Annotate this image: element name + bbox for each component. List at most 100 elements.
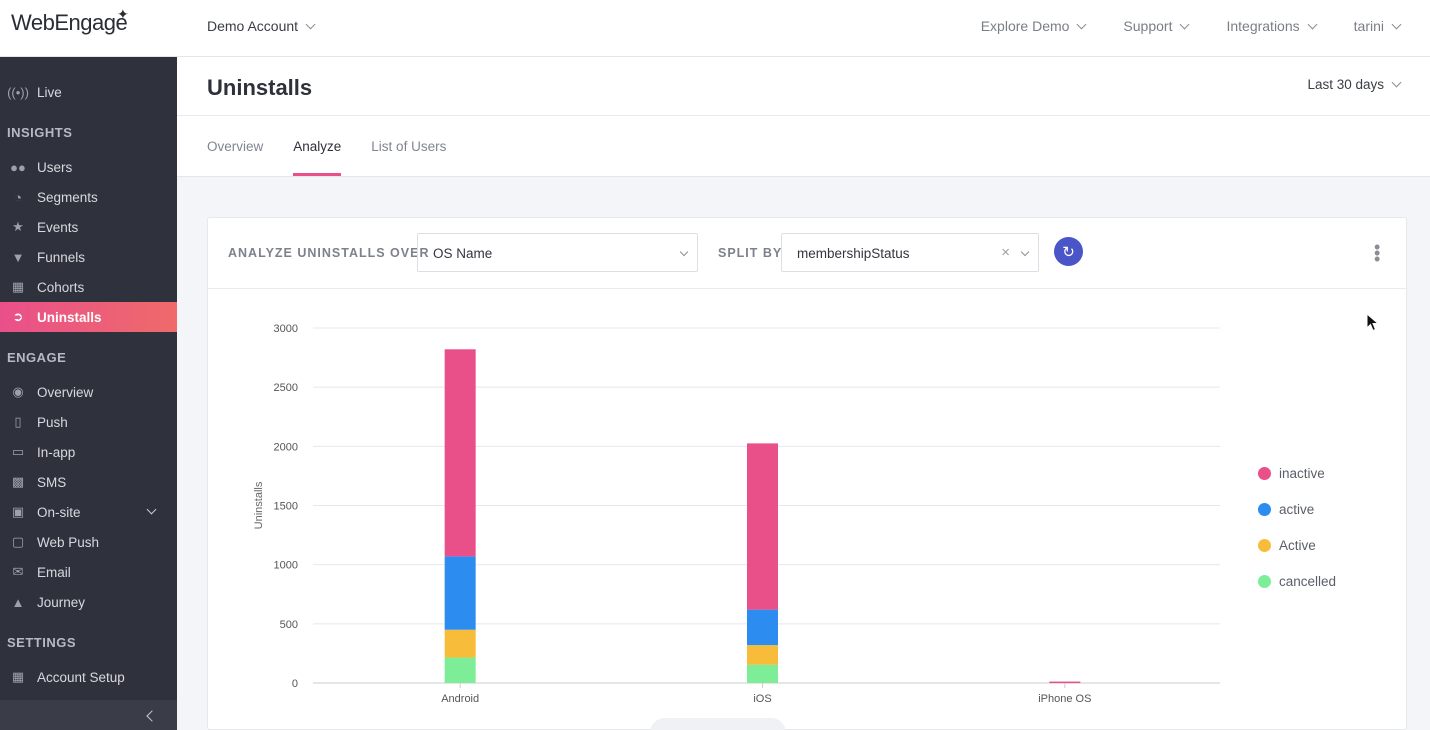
bar-segment-inactive xyxy=(747,443,778,610)
sidebar-item-users[interactable]: ●● Users xyxy=(0,152,177,182)
analyze-over-label: ANALYZE UNINSTALLS OVER xyxy=(228,246,430,260)
sidebar-item-on-site[interactable]: ▣ On-site xyxy=(0,497,177,527)
legend-item-Active[interactable]: Active xyxy=(1258,527,1336,563)
sidebar-item-live[interactable]: ((•)) Live xyxy=(0,77,177,107)
dashboard-icon: ▦ xyxy=(11,669,25,684)
sidebar-item-account-setup[interactable]: ▦ Account Setup xyxy=(0,662,177,692)
chevron-left-icon xyxy=(146,710,158,722)
sidebar-item-cohorts[interactable]: ▦ Cohorts xyxy=(0,272,177,302)
sidebar-item-label: Live xyxy=(37,84,62,100)
page-header: Uninstalls Last 30 days Overview Analyze… xyxy=(177,57,1430,177)
chevron-down-icon xyxy=(1020,247,1030,257)
legend-label: Active xyxy=(1279,537,1316,553)
more-options-icon[interactable]: • • • xyxy=(1374,238,1380,268)
split-by-select[interactable]: membershipStatus × xyxy=(781,233,1039,272)
sidebar-item-label: Uninstalls xyxy=(37,309,102,325)
chevron-down-icon xyxy=(1076,19,1087,30)
nav-support[interactable]: Support xyxy=(1123,18,1190,34)
nav-label: tarini xyxy=(1353,18,1384,34)
sidebar-item-label: Funnels xyxy=(37,249,86,265)
sidebar-item-journey[interactable]: ▲ Journey xyxy=(0,587,177,617)
x-tick-label: iOS xyxy=(753,693,771,705)
tab-overview[interactable]: Overview xyxy=(207,139,263,176)
envelope-icon: ✉ xyxy=(12,564,24,579)
sidebar-item-label: Push xyxy=(37,414,68,430)
sidebar-item-funnels[interactable]: ▼ Funnels xyxy=(0,242,177,272)
sidebar-item-email[interactable]: ✉ Email xyxy=(0,557,177,587)
sidebar-item-uninstalls[interactable]: ➲ Uninstalls xyxy=(0,302,177,332)
sidebar-item-in-app[interactable]: ▭ In-app xyxy=(0,437,177,467)
legend-item-inactive[interactable]: inactive xyxy=(1258,455,1336,491)
exit-icon: ➲ xyxy=(12,309,24,324)
legend-item-cancelled[interactable]: cancelled xyxy=(1258,563,1336,599)
analyze-over-select[interactable]: OS Name xyxy=(417,233,698,272)
chevron-down-icon xyxy=(679,247,689,257)
select-value: OS Name xyxy=(433,246,493,261)
bar-segment-active xyxy=(444,556,476,630)
grid-icon: ▦ xyxy=(11,279,25,294)
y-axis-label: Uninstalls xyxy=(253,481,265,529)
nav-label: Support xyxy=(1123,18,1173,34)
tab-list-of-users[interactable]: List of Users xyxy=(371,139,446,176)
nav-integrations[interactable]: Integrations xyxy=(1226,18,1318,34)
bar-segment-cancelled xyxy=(444,657,476,683)
mouse-cursor-icon xyxy=(1366,313,1380,332)
page-title: Uninstalls xyxy=(207,75,313,100)
nav-label: Explore Demo xyxy=(980,18,1070,34)
sidebar-item-sms[interactable]: ▩ SMS xyxy=(0,467,177,497)
sidebar-collapse-button[interactable] xyxy=(0,700,177,730)
sidebar-item-label: Journey xyxy=(37,594,86,610)
broadcast-icon: ((•)) xyxy=(7,84,29,100)
nav-label: Integrations xyxy=(1226,18,1300,34)
chevron-down-icon xyxy=(305,19,316,30)
analyze-controls: ANALYZE UNINSTALLS OVER OS Name SPLIT BY… xyxy=(208,218,1406,289)
funnel-icon: ▼ xyxy=(11,249,25,265)
window-icon: ▣ xyxy=(11,504,25,519)
sidebar-item-push[interactable]: ▯ Push xyxy=(0,407,177,437)
sidebar-item-segments[interactable]: ◔ Segments xyxy=(0,182,177,212)
x-tick-label: iPhone OS xyxy=(1038,693,1091,705)
bar-segment-inactive xyxy=(1049,681,1081,684)
chevron-down-icon xyxy=(1307,19,1318,30)
eye-icon: ◉ xyxy=(12,384,24,399)
clear-icon[interactable]: × xyxy=(1001,244,1010,261)
chevron-down-icon xyxy=(1391,19,1402,30)
sidebar-item-label: SMS xyxy=(37,474,67,490)
legend-item-active[interactable]: active xyxy=(1258,491,1336,527)
bar-segment-active xyxy=(444,629,476,658)
bar-segment-active xyxy=(747,645,778,665)
select-value: membershipStatus xyxy=(797,246,910,261)
chat-icon: ▩ xyxy=(11,474,25,489)
legend-dot xyxy=(1258,574,1271,588)
chart-legend: inactive active Active cancelled xyxy=(1258,455,1336,599)
y-tick-label: 1000 xyxy=(274,560,298,572)
sidebar-item-web-push[interactable]: ▢ Web Push xyxy=(0,527,177,557)
date-range-picker[interactable]: Last 30 days xyxy=(1307,77,1402,92)
refresh-button[interactable]: ↻ xyxy=(1054,237,1083,266)
bird-icon: ✦ xyxy=(117,6,129,22)
account-name: Demo Account xyxy=(207,18,299,34)
legend-dot xyxy=(1258,538,1271,552)
sidebar-item-label: Overview xyxy=(37,384,94,400)
legend-dot xyxy=(1258,502,1271,516)
sidebar-item-events[interactable]: ★ Events xyxy=(0,212,177,242)
y-tick-label: 500 xyxy=(280,619,298,631)
sidebar-section-engage: ENGAGE xyxy=(7,350,67,365)
bar-segment-active xyxy=(747,609,778,646)
sidebar-item-label: Cohorts xyxy=(37,279,85,295)
tab-analyze[interactable]: Analyze xyxy=(293,139,342,176)
logo[interactable]: WebEngage ✦ xyxy=(11,6,129,36)
account-switcher[interactable]: Demo Account xyxy=(207,18,316,34)
logo-text: WebEngage xyxy=(11,10,128,35)
sidebar-item-label: Account Setup xyxy=(37,669,125,685)
nav-user-menu[interactable]: tarini xyxy=(1353,18,1402,34)
legend-label: active xyxy=(1279,501,1315,517)
nav-explore-demo[interactable]: Explore Demo xyxy=(980,18,1087,34)
sidebar-item-label: Email xyxy=(37,564,71,580)
chevron-down-icon xyxy=(1180,19,1190,30)
sidebar-item-label: Web Push xyxy=(37,534,100,550)
rocket-icon: ▲ xyxy=(11,594,25,610)
divider xyxy=(177,115,1430,116)
sidebar-item-label: On-site xyxy=(37,504,81,520)
sidebar-item-overview[interactable]: ◉ Overview xyxy=(0,377,177,407)
